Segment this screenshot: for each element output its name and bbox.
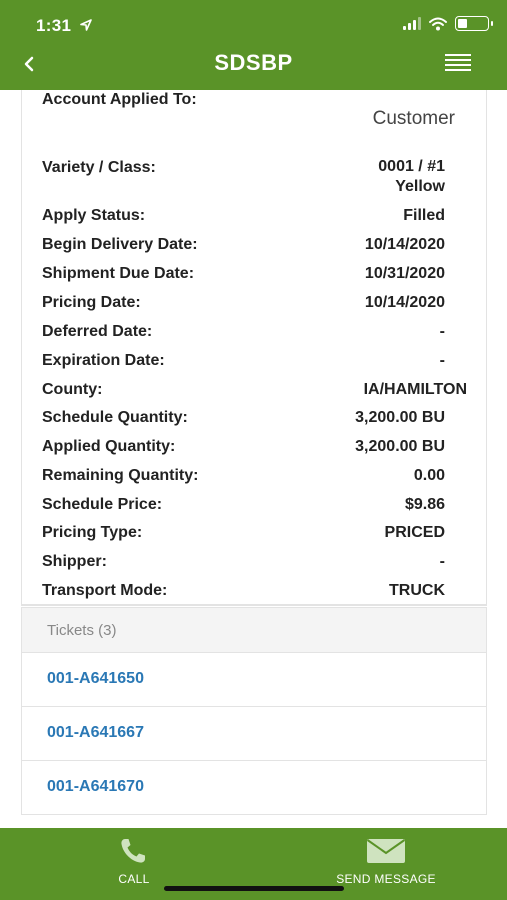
wifi-icon bbox=[429, 17, 447, 30]
status-bar: 1:31 bbox=[0, 0, 507, 48]
shipment-due-date-value: 10/31/2020 bbox=[364, 265, 445, 282]
shipper-label: Shipper: bbox=[42, 553, 107, 570]
account-applied-to-label: Account Applied To: bbox=[42, 91, 197, 108]
remaining-quantity-value: 0.00 bbox=[413, 467, 445, 484]
pricing-type-label: Pricing Type: bbox=[42, 524, 143, 541]
ticket-link[interactable]: 001-A641667 bbox=[21, 707, 487, 761]
content-area[interactable]: Account Applied To: Customer Variety / C… bbox=[0, 90, 507, 828]
call-label: CALL bbox=[118, 872, 150, 886]
variety-class-label: Variety / Class: bbox=[42, 159, 156, 176]
bottom-action-bar: CALL SEND MESSAGE bbox=[0, 828, 507, 900]
location-arrow-icon bbox=[80, 19, 92, 31]
shipment-due-date-label: Shipment Due Date: bbox=[42, 265, 195, 282]
ticket-number[interactable]: 001-A641650 bbox=[47, 670, 144, 688]
deferred-date-label: Deferred Date: bbox=[42, 323, 153, 340]
remaining-quantity-label: Remaining Quantity: bbox=[42, 467, 199, 484]
ticket-link[interactable]: 001-A641650 bbox=[21, 653, 487, 707]
nav-bar: SDSBP bbox=[0, 46, 507, 86]
schedule-quantity-label: Schedule Quantity: bbox=[42, 409, 188, 426]
send-message-label: SEND MESSAGE bbox=[336, 872, 436, 886]
pricing-type-value: PRICED bbox=[384, 524, 445, 541]
pricing-date-label: Pricing Date: bbox=[42, 294, 141, 311]
variety-class-value-line1: 0001 / #1 bbox=[378, 158, 445, 175]
transport-mode-value: TRUCK bbox=[389, 582, 445, 599]
tickets-header-label: Tickets (3) bbox=[47, 622, 117, 639]
home-indicator bbox=[164, 886, 344, 891]
tickets-header: Tickets (3) bbox=[21, 607, 487, 653]
apply-status-value: Filled bbox=[403, 207, 445, 224]
ticket-number[interactable]: 001-A641667 bbox=[47, 724, 144, 742]
ticket-link[interactable]: 001-A641670 bbox=[21, 761, 487, 815]
status-indicators bbox=[403, 16, 493, 31]
expiration-date-value: - bbox=[439, 352, 445, 369]
applied-quantity-label: Applied Quantity: bbox=[42, 438, 176, 455]
expiration-date-label: Expiration Date: bbox=[42, 352, 165, 369]
county-value: IA/HAMILTON bbox=[363, 381, 467, 398]
transport-mode-label: Transport Mode: bbox=[42, 582, 168, 599]
variety-class-value: 0001 / #1 Yellow bbox=[378, 157, 445, 197]
begin-delivery-date-label: Begin Delivery Date: bbox=[42, 236, 198, 253]
account-applied-to-value: Customer bbox=[372, 108, 455, 129]
status-time: 1:31 bbox=[36, 16, 72, 35]
phone-icon bbox=[121, 839, 145, 863]
battery-icon bbox=[455, 16, 493, 31]
applied-quantity-value: 3,200.00 BU bbox=[355, 438, 445, 455]
pricing-date-value: 10/14/2020 bbox=[364, 294, 445, 311]
ticket-number[interactable]: 001-A641670 bbox=[47, 778, 144, 796]
envelope-icon bbox=[366, 839, 406, 863]
county-label: County: bbox=[42, 381, 103, 398]
begin-delivery-date-value: 10/14/2020 bbox=[364, 236, 445, 253]
variety-class-value-line2: Yellow bbox=[395, 178, 445, 195]
page-title: SDSBP bbox=[214, 50, 293, 75]
schedule-price-value: $9.86 bbox=[404, 496, 445, 513]
menu-button[interactable] bbox=[445, 54, 471, 74]
schedule-price-label: Schedule Price: bbox=[42, 496, 163, 513]
cellular-signal-icon bbox=[403, 17, 421, 30]
deferred-date-value: - bbox=[439, 323, 445, 340]
apply-status-label: Apply Status: bbox=[42, 207, 146, 224]
shipper-value: - bbox=[439, 553, 445, 570]
app-header: 1:31 SDSBP bbox=[0, 0, 507, 90]
schedule-quantity-value: 3,200.00 BU bbox=[355, 409, 445, 426]
